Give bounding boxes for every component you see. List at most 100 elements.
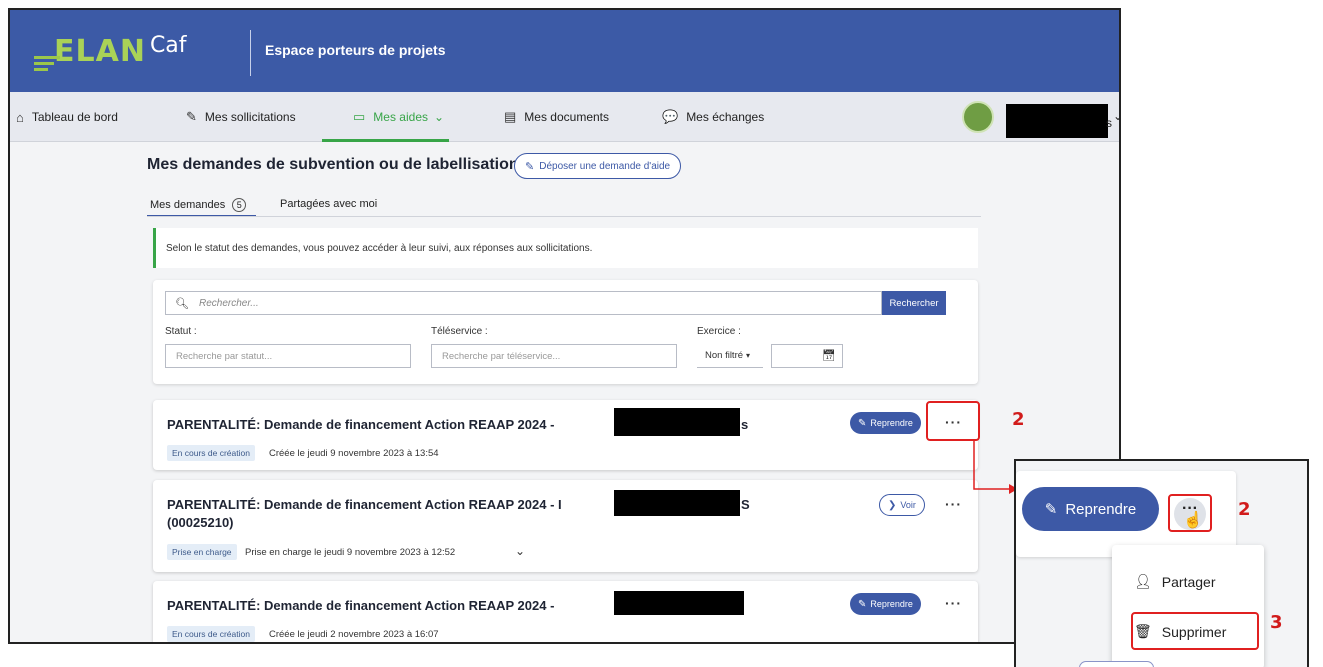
exercice-select[interactable]: Non filtré ▾ — [697, 344, 763, 368]
annotation-step-2-zoom: 2 — [1238, 499, 1251, 520]
status-badge: En cours de création — [167, 626, 255, 642]
search-button[interactable]: Rechercher — [882, 291, 946, 315]
search-input[interactable]: 🔍︎ Rechercher... — [165, 291, 882, 315]
info-banner: Selon le statut des demandes, vous pouve… — [153, 228, 978, 268]
status-badge: En cours de création — [167, 445, 255, 461]
logo-lines-icon — [34, 56, 60, 74]
search-icon: 🔍︎ — [175, 297, 189, 310]
chat-icon: 💬 — [662, 109, 679, 124]
pen-icon: ✎ — [186, 109, 197, 124]
redacted-title-part — [614, 591, 744, 615]
portal-subtitle: Espace porteurs de projets — [265, 42, 446, 58]
card-meta: Créée le jeudi 2 novembre 2023 à 16:07 — [269, 629, 439, 640]
deposit-label: Déposer une demande d'aide — [539, 160, 671, 172]
statut-placeholder: Recherche par statut... — [176, 350, 273, 362]
document-icon: ▤ — [504, 109, 517, 124]
zoom-partial-button — [1079, 661, 1154, 667]
tab-divider — [147, 216, 981, 217]
share-user-icon: 👤︎ — [1134, 573, 1152, 589]
statut-field[interactable]: Recherche par statut... — [165, 344, 411, 368]
nav-tableau-de-bord[interactable]: ⌂ Tableau de bord — [16, 92, 118, 142]
card-meta: Prise en charge le jeudi 9 novembre 2023… — [245, 547, 456, 558]
annotation-step-2: 2 — [1012, 409, 1025, 430]
pencil-icon: ✎ — [858, 417, 867, 429]
nav-mes-documents[interactable]: ▤ Mes documents — [504, 92, 609, 142]
search-placeholder: Rechercher... — [198, 297, 259, 309]
calendar-icon: 📅︎ — [822, 350, 836, 362]
annotation-highlight-more — [926, 401, 980, 441]
logo-caf-text: Caf — [149, 33, 187, 58]
annotation-arrow — [973, 440, 1018, 494]
tab-mes-demandes[interactable]: Mes demandes 5 — [150, 198, 247, 212]
card-meta: Créée le jeudi 9 novembre 2023 à 13:54 — [269, 448, 439, 459]
statut-label: Statut : — [165, 326, 197, 337]
nav-label: Mes sollicitations — [204, 110, 296, 124]
brand-divider — [250, 30, 251, 76]
chevron-down-icon: ⌄ — [434, 110, 445, 124]
pencil-icon: ✎ — [858, 598, 867, 610]
nav-label: Mes documents — [524, 110, 609, 124]
folder-icon: ▭ — [353, 109, 366, 124]
nav-label: Mes échanges — [686, 110, 765, 124]
reprendre-button[interactable]: ✎ Reprendre — [850, 593, 921, 615]
tab-count-badge: 5 — [232, 198, 247, 212]
card-title: PARENTALITÉ: Demande de financement Acti… — [167, 417, 555, 432]
exercice-year-input[interactable]: 📅︎ — [771, 344, 843, 368]
page-title: Mes demandes de subvention ou de labelli… — [147, 156, 519, 173]
annotation-highlight-supprimer — [1131, 612, 1259, 650]
pencil-icon: ✎ — [525, 160, 535, 173]
more-options-button[interactable]: ··· — [945, 595, 962, 611]
avatar[interactable] — [962, 101, 994, 133]
zoom-reprendre-label: Reprendre — [1065, 500, 1137, 518]
card-title: PARENTALITÉ: Demande de financement Acti… — [167, 497, 562, 512]
main-nav: ⌂ Tableau de bord ✎ Mes sollicitations ▭… — [10, 92, 1119, 142]
request-card: PARENTALITÉ: Demande de financement Acti… — [153, 480, 978, 572]
redacted-user-name — [1006, 104, 1108, 138]
user-menu-chevron-icon[interactable]: ⌄ — [1113, 109, 1119, 123]
status-badge: Prise en charge — [167, 544, 237, 560]
tab-label: Mes demandes — [150, 199, 226, 211]
reprendre-label: Reprendre — [870, 418, 913, 428]
reprendre-button[interactable]: ✎ Reprendre — [850, 412, 921, 434]
redacted-title-part — [614, 408, 740, 436]
user-name-trailing: s — [1106, 116, 1112, 130]
search-panel: 🔍︎ Rechercher... Rechercher Statut : Rec… — [153, 280, 978, 384]
chevron-right-icon: ❯ — [888, 499, 897, 511]
nav-mes-aides[interactable]: ▭ Mes aides ⌄ — [353, 92, 444, 142]
reprendre-label: Reprendre — [870, 599, 913, 609]
nav-mes-sollicitations[interactable]: ✎ Mes sollicitations — [186, 92, 296, 142]
request-card: PARENTALITÉ: Demande de financement Acti… — [153, 581, 978, 642]
logo-elan-text: ELAN — [54, 34, 146, 69]
nav-label: Tableau de bord — [31, 110, 118, 124]
request-card: PARENTALITÉ: Demande de financement Acti… — [153, 400, 978, 470]
annotation-step-3: 3 — [1270, 612, 1283, 633]
redacted-title-part — [614, 490, 740, 516]
menu-item-partager[interactable]: 👤︎ Partager — [1134, 573, 1215, 590]
nav-active-indicator — [322, 139, 449, 142]
caret-down-icon: ▾ — [746, 351, 751, 360]
tab-partagees-avec-moi[interactable]: Partagées avec moi — [280, 198, 377, 210]
zoomed-menu-inset: ✎ Reprendre ··· ☝ 2 👤︎ Partager 🗑︎ Suppr… — [1014, 459, 1309, 667]
home-icon: ⌂ — [16, 109, 24, 125]
expand-chevron-icon[interactable]: ⌄ — [515, 544, 525, 558]
nav-mes-echanges[interactable]: 💬 Mes échanges — [662, 92, 764, 142]
menu-label: Partager — [1161, 573, 1216, 590]
card-title-tail: s — [741, 417, 749, 432]
voir-label: Voir — [900, 500, 916, 510]
app-window: ELAN Caf Espace porteurs de projets ⌂ Ta… — [8, 8, 1121, 644]
voir-button[interactable]: ❯ Voir — [879, 494, 925, 516]
teleservice-placeholder: Recherche par téléservice... — [442, 350, 561, 362]
elan-caf-logo[interactable]: ELAN Caf — [28, 20, 187, 76]
deposit-request-button[interactable]: ✎ Déposer une demande d'aide — [514, 153, 682, 179]
tab-label: Partagées avec moi — [280, 198, 378, 210]
exercice-label: Exercice : — [697, 326, 741, 337]
nav-label: Mes aides — [373, 110, 428, 124]
card-title-tail: S — [741, 497, 750, 512]
exercice-select-value: Non filtré — [705, 350, 744, 361]
teleservice-field[interactable]: Recherche par téléservice... — [431, 344, 677, 368]
card-title: PARENTALITÉ: Demande de financement Acti… — [167, 598, 555, 613]
teleservice-label: Téléservice : — [431, 326, 488, 337]
info-text: Selon le statut des demandes, vous pouve… — [166, 242, 593, 254]
pencil-icon: ✎ — [1044, 501, 1058, 518]
zoom-reprendre-button[interactable]: ✎ Reprendre — [1022, 487, 1159, 531]
